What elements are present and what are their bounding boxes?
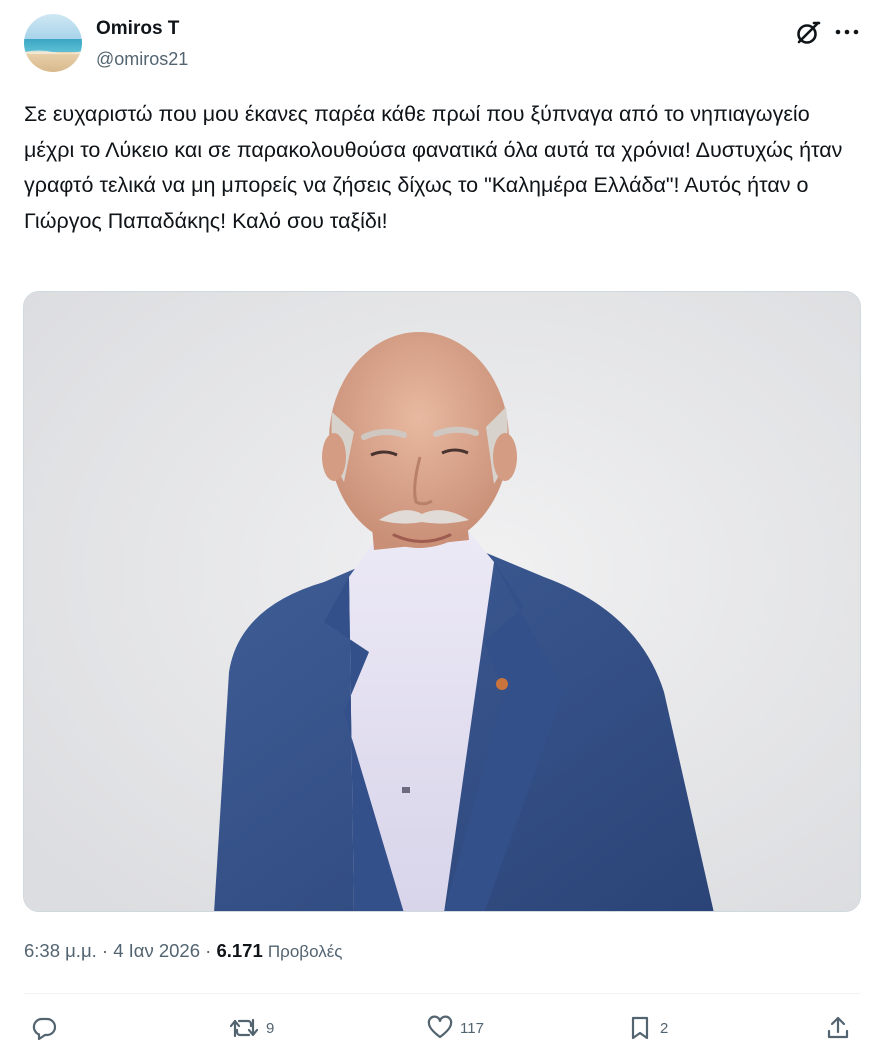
reply-button[interactable] <box>30 1012 64 1044</box>
retweet-icon <box>229 1018 259 1038</box>
tweet-photo[interactable] <box>23 291 861 912</box>
divider <box>24 993 860 994</box>
like-count: 117 <box>460 1019 484 1037</box>
retweet-button[interactable]: 9 <box>228 1012 274 1044</box>
meta-separator: · <box>205 940 212 961</box>
tweet-meta: 6:38 μ.μ. · 4 Ιαν 2026 · 6.171 Προβολές <box>24 940 343 962</box>
bookmark-count: 2 <box>660 1019 669 1037</box>
grok-icon[interactable] <box>795 20 821 46</box>
tweet-time[interactable]: 6:38 μ.μ. <box>24 940 97 961</box>
avatar-image <box>24 14 82 72</box>
meta-separator: · <box>101 940 109 961</box>
bookmark-button[interactable]: 2 <box>626 1012 668 1044</box>
heart-icon <box>427 1015 453 1039</box>
retweet-count: 9 <box>266 1019 275 1037</box>
like-button[interactable]: 117 <box>426 1012 484 1044</box>
tweet-date[interactable]: 4 Ιαν 2026 <box>113 940 200 961</box>
avatar[interactable] <box>24 14 82 72</box>
tweet-text: Σε ευχαριστώ που μου έκανες παρέα κάθε π… <box>24 102 843 233</box>
share-button[interactable] <box>824 1012 852 1044</box>
author-handle[interactable]: @omiros21 <box>96 49 188 70</box>
views-label: Προβολές <box>267 942 343 961</box>
share-icon <box>827 1016 849 1039</box>
views-count: 6.171 <box>216 940 263 961</box>
reply-icon <box>32 1017 57 1041</box>
bookmark-icon <box>631 1016 649 1040</box>
more-icon[interactable] <box>832 20 862 46</box>
author-display-name[interactable]: Omiros T <box>96 18 179 40</box>
